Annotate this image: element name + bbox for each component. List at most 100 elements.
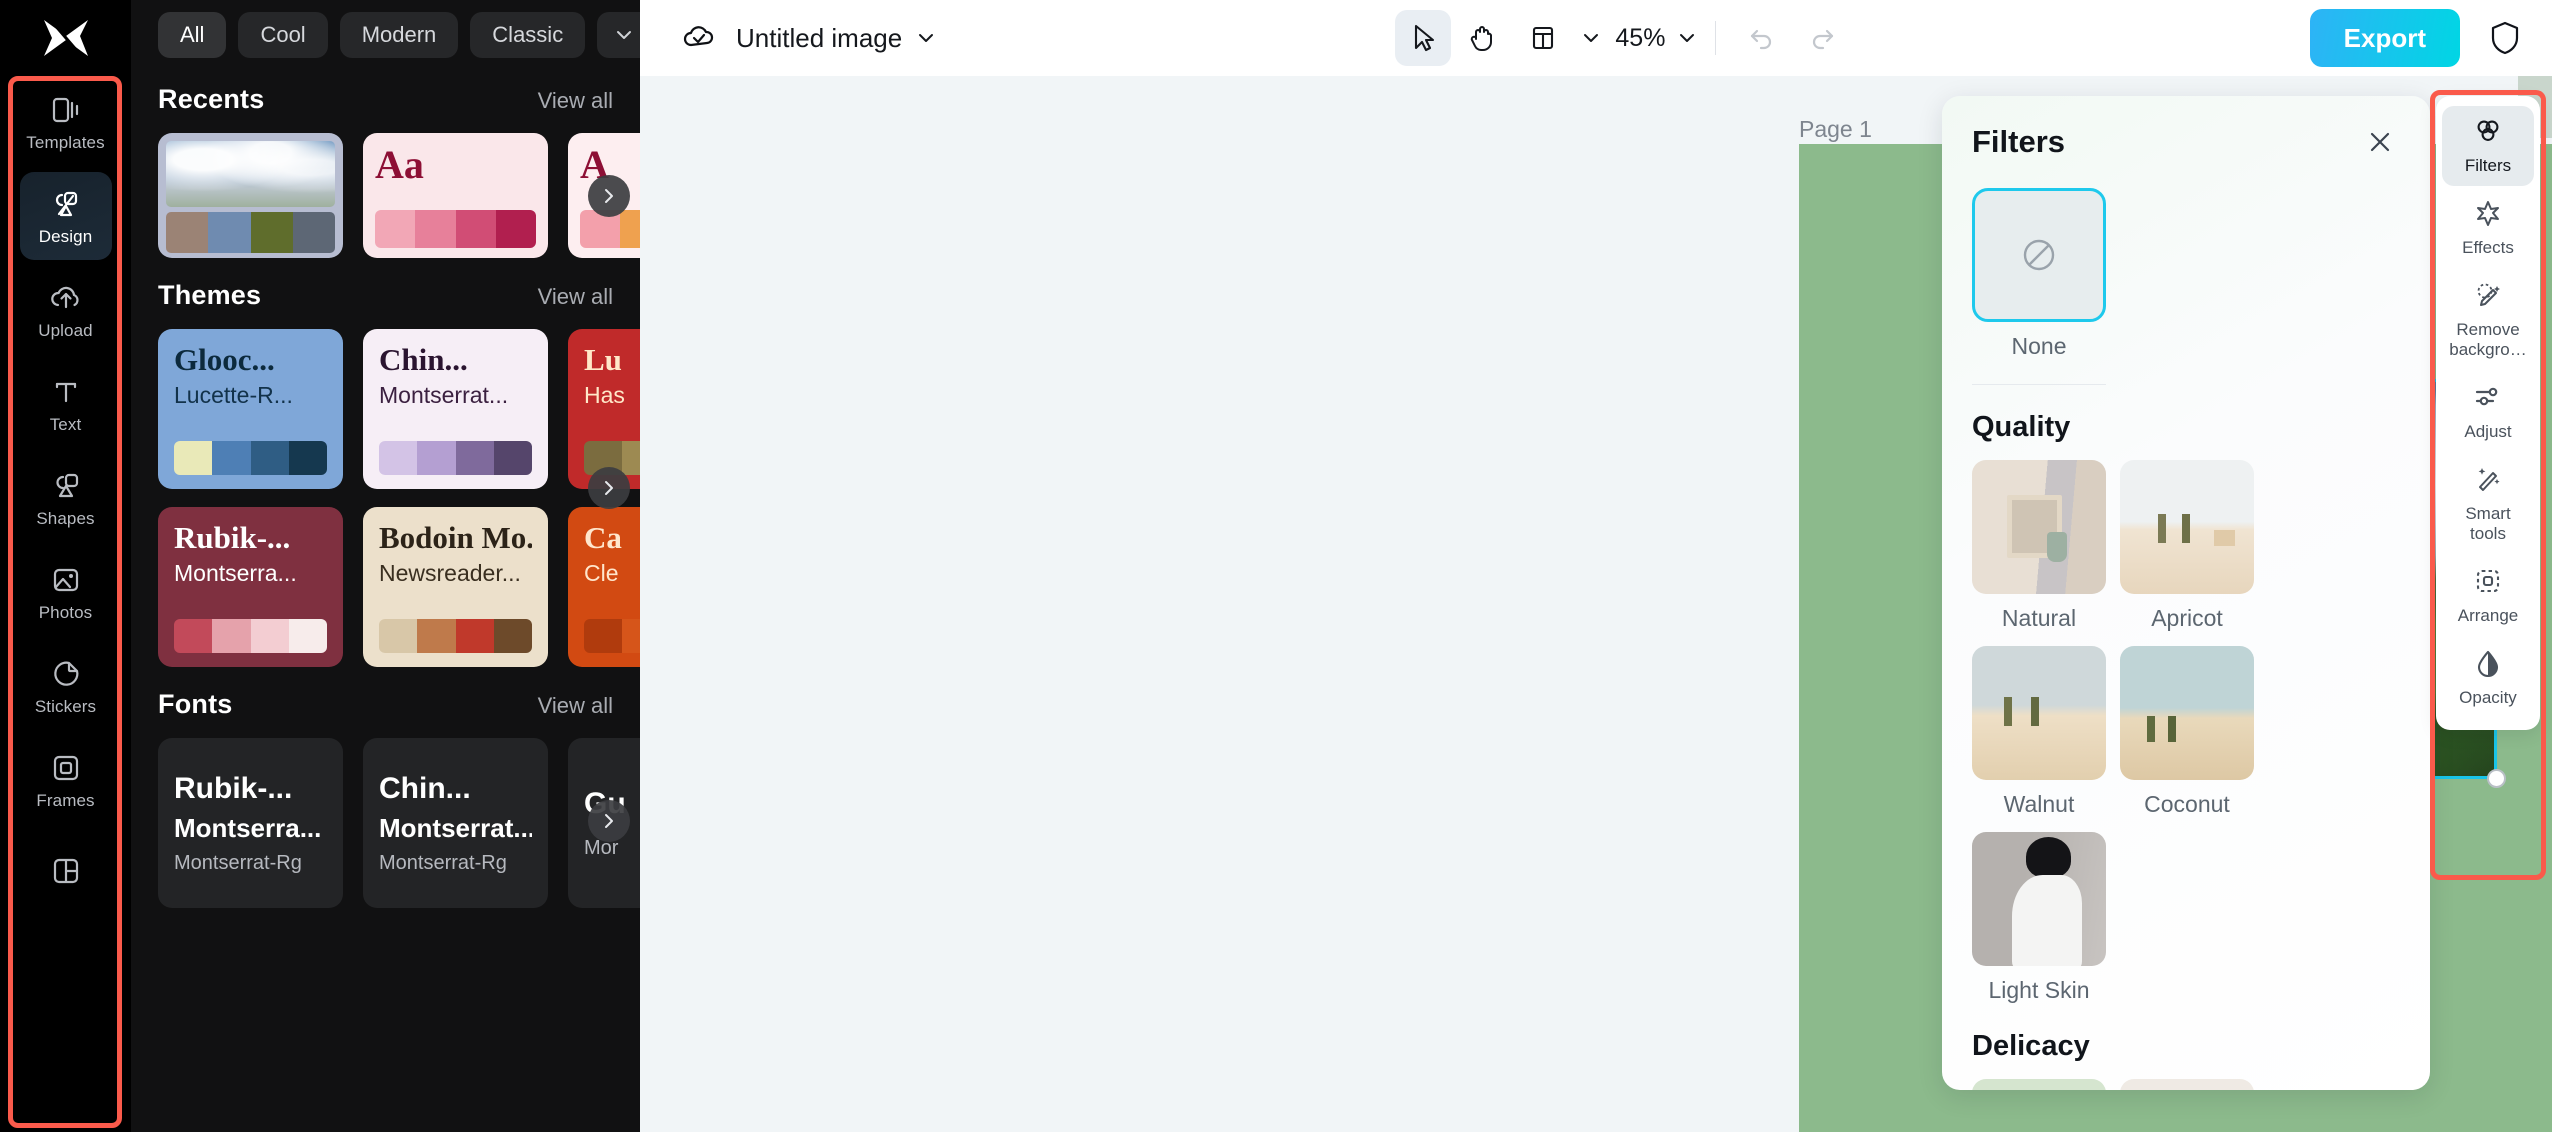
- filter-thumbnail[interactable]: [2120, 460, 2254, 594]
- filter-none-cell[interactable]: None: [1972, 188, 2106, 385]
- right-rail-item-label: Filters: [2465, 156, 2511, 176]
- fonts-next-arrow-icon[interactable]: [588, 800, 630, 842]
- sidebar-item-text[interactable]: Text: [20, 360, 112, 448]
- close-icon[interactable]: [2360, 122, 2400, 162]
- recent-card[interactable]: [158, 133, 343, 258]
- undo-icon[interactable]: [1734, 10, 1790, 66]
- sidebar-item-templates[interactable]: Templates: [20, 78, 112, 166]
- section-title: Themes: [158, 280, 261, 311]
- theme-card-title: Glooc...: [174, 343, 327, 377]
- sidebar-item-stickers[interactable]: Stickers: [20, 642, 112, 730]
- font-card-f2: Montserra...: [174, 813, 327, 843]
- right-rail-item-adjust[interactable]: Adjust: [2442, 372, 2534, 452]
- cloud-saved-icon[interactable]: [678, 17, 720, 59]
- layout-icon[interactable]: [1515, 10, 1571, 66]
- capcut-logo-icon[interactable]: [36, 12, 96, 64]
- export-button[interactable]: Export: [2310, 9, 2460, 67]
- font-card[interactable]: Chin...Montserrat...Montserrat-Rg: [363, 738, 548, 908]
- theme-card[interactable]: Glooc...Lucette-R...: [158, 329, 343, 489]
- redo-icon[interactable]: [1794, 10, 1850, 66]
- themes-next-arrow-icon[interactable]: [588, 467, 630, 509]
- sidebar-item-upload[interactable]: Upload: [20, 266, 112, 354]
- theme-card[interactable]: Bodoin Mo...Newsreader...: [363, 507, 548, 667]
- upload-icon: [49, 281, 83, 315]
- view-all-recents-link[interactable]: View all: [538, 88, 613, 114]
- hand-pan-icon[interactable]: [1455, 10, 1511, 66]
- font-card[interactable]: Rubik-...Montserra...Montserrat-Rg: [158, 738, 343, 908]
- filter-thumbnail[interactable]: [1972, 646, 2106, 780]
- templates-icon: [49, 93, 83, 127]
- cursor-select-icon[interactable]: [1395, 10, 1451, 66]
- theme-card[interactable]: Rubik-...Montserra...: [158, 507, 343, 667]
- category-chip-cool[interactable]: Cool: [238, 12, 327, 58]
- theme-card[interactable]: LuHas: [568, 329, 640, 489]
- filter-thumbnail[interactable]: [1972, 460, 2106, 594]
- theme-card-subtitle: Cle: [584, 559, 640, 587]
- right-rail-item-remove-backgro[interactable]: Remove backgro…: [2442, 270, 2534, 370]
- theme-card-subtitle: Has: [584, 381, 640, 409]
- zoom-level-value[interactable]: 45%: [1615, 24, 1665, 53]
- filters-icon: [2473, 116, 2503, 151]
- sidebar-item-collage[interactable]: [20, 830, 112, 918]
- category-chip-all[interactable]: All: [158, 12, 226, 58]
- right-rail-item-opacity[interactable]: Opacity: [2442, 638, 2534, 718]
- recent-card[interactable]: Aa: [363, 133, 548, 258]
- right-rail-item-label: Opacity: [2459, 688, 2517, 708]
- section-header-themes: Themes View all: [131, 258, 640, 311]
- filter-thumbnail[interactable]: [1972, 1079, 2106, 1090]
- shield-icon[interactable]: [2482, 15, 2528, 61]
- theme-card[interactable]: Chin...Montserrat...: [363, 329, 548, 489]
- theme-card-swatches: [379, 619, 532, 653]
- right-rail-item-label: Adjust: [2464, 422, 2511, 442]
- capcut-editor-app: Templates Design UploadText Shapes PhotosSti…: [0, 0, 2552, 1132]
- document-title-input[interactable]: Untitled image: [736, 23, 902, 54]
- collage-icon: [49, 854, 83, 888]
- themes-row: Rubik-...Montserra...Bodoin Mo...Newsrea…: [131, 489, 640, 667]
- filter-cell[interactable]: [1972, 1079, 2106, 1090]
- sidebar-item-frames[interactable]: Frames: [20, 736, 112, 824]
- toolbar-divider: [1715, 21, 1716, 55]
- recents-next-arrow-icon[interactable]: [588, 175, 630, 217]
- category-chips-chevron-down-icon[interactable]: [597, 12, 640, 58]
- filter-thumbnail[interactable]: [2120, 646, 2254, 780]
- filters-panel-body: None Quality Natural ApricotWalnutCoconutL…: [1942, 162, 2430, 1090]
- view-all-fonts-link[interactable]: View all: [538, 693, 613, 719]
- sidebar-item-design[interactable]: Design: [20, 172, 112, 260]
- resize-handle-bottom-right[interactable]: [2487, 769, 2506, 788]
- sidebar-item-label: Shapes: [36, 509, 94, 528]
- filters-panel-title: Filters: [1972, 124, 2065, 160]
- right-rail-item-smart-tools[interactable]: Smart tools: [2442, 454, 2534, 554]
- frames-icon: [49, 751, 83, 785]
- filter-cell[interactable]: Apricot: [2120, 460, 2254, 632]
- filter-thumbnail[interactable]: [2120, 1079, 2254, 1090]
- editor-topbar: Untitled image 45%: [640, 0, 2552, 76]
- right-rail-item-filters[interactable]: Filters: [2442, 106, 2534, 186]
- filter-thumbnail[interactable]: [1972, 832, 2106, 966]
- category-chip-classic[interactable]: Classic: [470, 12, 585, 58]
- page-label: Page 1: [1799, 116, 1872, 143]
- recent-card-swatches: [166, 212, 335, 253]
- right-rail-item-label: Remove backgro…: [2446, 320, 2530, 360]
- filter-cell[interactable]: [2120, 1079, 2254, 1090]
- theme-card[interactable]: CaCle: [568, 507, 640, 667]
- view-all-themes-link[interactable]: View all: [538, 284, 613, 310]
- category-chip-modern[interactable]: Modern: [340, 12, 459, 58]
- filter-label: Natural: [1972, 605, 2106, 632]
- filter-cell[interactable]: Light Skin: [1972, 832, 2106, 1004]
- filter-group-title: Quality: [1972, 411, 2400, 444]
- remove-background-icon: [2473, 280, 2503, 315]
- sidebar-item-shapes[interactable]: Shapes: [20, 454, 112, 542]
- design-icon: [49, 187, 83, 221]
- filter-cell[interactable]: Natural: [1972, 460, 2106, 632]
- zoom-chevron-down-icon[interactable]: [1677, 31, 1697, 45]
- filter-cell[interactable]: Walnut: [1972, 646, 2106, 818]
- stickers-icon: [49, 657, 83, 691]
- filter-cell[interactable]: Coconut: [2120, 646, 2254, 818]
- layout-chevron-down-icon[interactable]: [1581, 31, 1601, 45]
- document-title-chevron-down-icon[interactable]: [916, 31, 936, 45]
- right-rail-item-arrange[interactable]: Arrange: [2442, 556, 2534, 636]
- opacity-icon: [2473, 648, 2503, 683]
- sidebar-item-label: Design: [39, 227, 93, 246]
- sidebar-item-photos[interactable]: Photos: [20, 548, 112, 636]
- right-rail-item-effects[interactable]: Effects: [2442, 188, 2534, 268]
